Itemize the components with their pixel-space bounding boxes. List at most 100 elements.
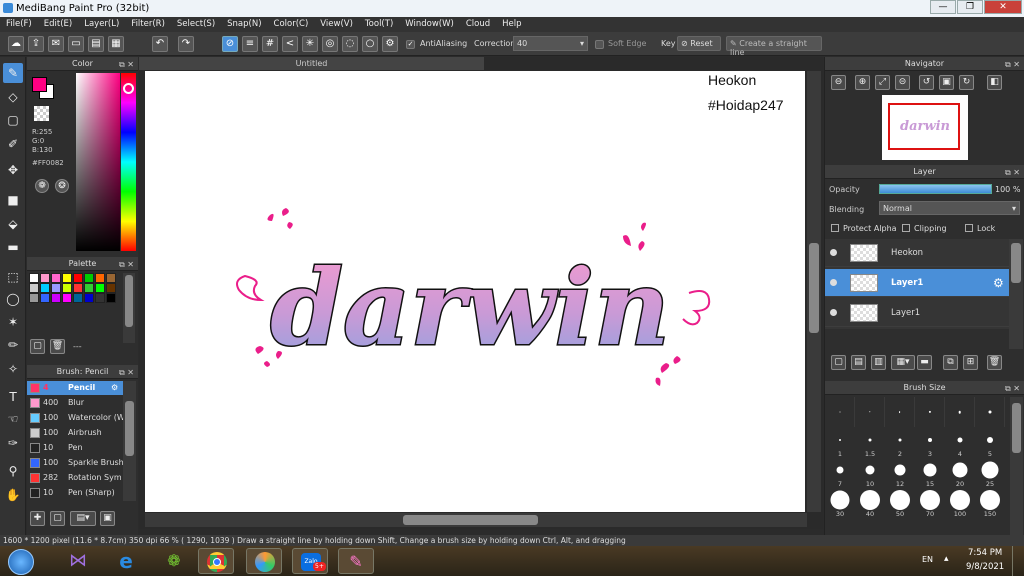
primary-color-swatch[interactable] — [32, 77, 47, 92]
maximize-button[interactable]: ❐ — [957, 0, 983, 14]
brush-size-cell[interactable]: 1.5 — [855, 427, 885, 458]
menu-edit[interactable]: Edit(E) — [38, 17, 78, 32]
palette-swatch[interactable] — [73, 293, 83, 303]
palette-swatch[interactable] — [29, 283, 39, 293]
zalo-icon[interactable]: Zalo 5+ — [292, 548, 328, 574]
panel-options-icon[interactable]: ⧉ ✕ — [119, 58, 134, 71]
dropper-tool-icon[interactable]: ⚲ — [3, 461, 23, 481]
lock-checkbox[interactable] — [965, 224, 973, 232]
brush-list-item[interactable]: 282 Rotation Sym — [27, 471, 123, 485]
snap-off-icon[interactable]: ⊘ — [222, 36, 238, 52]
brush-size-cell[interactable]: 7 — [825, 457, 855, 488]
palette-swatch[interactable] — [51, 293, 61, 303]
palette-swatch[interactable] — [84, 283, 94, 293]
palette-swatch[interactable] — [95, 273, 105, 283]
rotate-left-icon[interactable]: ↺ — [919, 75, 934, 90]
menu-file[interactable]: File(F) — [0, 17, 38, 32]
brush-size-cell[interactable]: 10 — [855, 457, 885, 488]
menu-color[interactable]: Color(C) — [268, 17, 315, 32]
brush-size-cell[interactable]: 70 — [915, 487, 945, 518]
brush-size-cell[interactable]: 40 — [855, 487, 885, 518]
new-8bit-layer-icon[interactable]: ▥ — [871, 355, 886, 370]
pen-tool-icon[interactable]: ✐ — [3, 134, 23, 154]
hand-tool-icon[interactable]: ✋ — [3, 485, 23, 505]
new-halftone-layer-icon[interactable]: ▤ — [851, 355, 866, 370]
brush-size-cell[interactable]: 30 — [825, 487, 855, 518]
palette-swatch[interactable] — [106, 293, 116, 303]
saturation-value-picker[interactable] — [76, 73, 120, 251]
operation-tool-icon[interactable]: ☜ — [3, 409, 23, 429]
soft-edge-checkbox[interactable] — [595, 40, 604, 49]
select-rect-icon[interactable]: ⬚ — [3, 267, 23, 287]
brush-size-cell[interactable]: 25 — [975, 457, 1005, 488]
panel-options-icon[interactable]: ⧉ ✕ — [119, 258, 134, 271]
merge-layer-icon[interactable]: ⊞ — [963, 355, 978, 370]
clock-date[interactable]: 9/8/2021 — [966, 562, 1004, 572]
lasso-tool-icon[interactable]: ◯ — [3, 289, 23, 309]
chat-icon[interactable]: ✉ — [48, 36, 64, 52]
drawing-canvas[interactable]: Heokon #Hoidap247 darwin — [145, 71, 805, 512]
brush-size-cell[interactable] — [975, 397, 1005, 427]
brush-list-item[interactable]: 400 Blur — [27, 396, 123, 410]
gradient-tool-icon[interactable]: ▬ — [3, 237, 23, 257]
palette-swatch[interactable] — [29, 273, 39, 283]
brush-new-icon[interactable]: ▢ — [50, 511, 65, 526]
rotate-reset-icon[interactable]: ▣ — [939, 75, 954, 90]
antialiasing-checkbox[interactable]: ✓ — [406, 40, 415, 49]
fit-icon[interactable]: ⤢ — [875, 75, 890, 90]
undo-icon[interactable]: ↶ — [152, 36, 168, 52]
brush-tool-icon[interactable]: ✎ — [3, 63, 23, 83]
document-icon[interactable]: ▤ — [88, 36, 104, 52]
redo-icon[interactable]: ↷ — [178, 36, 194, 52]
blending-select[interactable]: Normal ▾ — [879, 201, 1020, 215]
parallel-snap-icon[interactable]: ≡ — [242, 36, 258, 52]
brush-scrollbar[interactable] — [123, 381, 136, 501]
curve-snap-icon[interactable]: ◌ — [342, 36, 358, 52]
hue-slider-handle[interactable] — [123, 83, 134, 94]
folder-icon[interactable]: ▬ — [917, 355, 932, 370]
palette-scrollbar[interactable] — [123, 273, 135, 343]
hue-slider[interactable] — [121, 73, 136, 251]
brush-size-cell[interactable] — [855, 397, 885, 427]
select-pen-icon[interactable]: ✏ — [3, 335, 23, 355]
comment-icon[interactable]: ▭ — [68, 36, 84, 52]
brush-size-cell[interactable] — [885, 397, 915, 427]
add-palette-icon[interactable]: ▢ — [30, 339, 45, 354]
brush-list-item[interactable]: 100 Watercolor (W — [27, 411, 123, 425]
minimize-button[interactable]: — — [930, 0, 956, 14]
internet-explorer-icon[interactable]: e — [108, 548, 144, 574]
reset-button[interactable]: ⊘ Reset — [677, 36, 721, 51]
layer-gear-icon[interactable]: ⚙ — [993, 269, 1004, 297]
brush-add-icon[interactable]: ✚ — [30, 511, 45, 526]
delete-layer-icon[interactable]: 🗑 — [987, 355, 1002, 370]
brush-size-cell[interactable]: 12 — [885, 457, 915, 488]
palette-swatch[interactable] — [51, 283, 61, 293]
brush-size-cell[interactable]: 50 — [885, 487, 915, 518]
canvas-tab[interactable]: Untitled — [139, 57, 484, 70]
layer-menu-icon[interactable]: ▦▾ — [891, 355, 915, 370]
rectangle-tool-icon[interactable]: ▢ — [3, 110, 23, 130]
menu-filter[interactable]: Filter(R) — [125, 17, 171, 32]
brush-size-cell[interactable]: 4 — [945, 427, 975, 458]
zoom-reset-icon[interactable]: ⊝ — [895, 75, 910, 90]
panel-options-icon[interactable]: ⧉ ✕ — [1005, 166, 1020, 179]
bucket-tool-icon[interactable]: ⬙ — [3, 214, 23, 234]
panel-options-icon[interactable]: ⧉ ✕ — [1005, 58, 1020, 71]
visual-studio-icon[interactable]: ⋈ — [60, 548, 96, 574]
opacity-slider[interactable] — [879, 184, 992, 194]
palette-swatch[interactable] — [95, 283, 105, 293]
layer-row[interactable]: Layer1 ⚙ — [825, 269, 1009, 297]
brush-size-cell[interactable]: 150 — [975, 487, 1005, 518]
menu-tool[interactable]: Tool(T) — [359, 17, 399, 32]
brush-list-item[interactable]: 10 Pen (Sharp) — [27, 486, 123, 500]
rotate-right-icon[interactable]: ↻ — [959, 75, 974, 90]
layer-scrollbar[interactable] — [1009, 239, 1023, 349]
grid-snap-icon[interactable]: # — [262, 36, 278, 52]
zoom-out-icon[interactable]: ⊖ — [831, 75, 846, 90]
color-palette-icon[interactable]: ❁ — [35, 179, 49, 193]
palette-swatch[interactable] — [106, 273, 116, 283]
medibang-icon[interactable]: ✎ — [338, 548, 374, 574]
panel-options-icon[interactable]: ⧉ ✕ — [119, 366, 134, 379]
correction-select[interactable]: 40 ▾ — [513, 36, 588, 51]
menu-view[interactable]: View(V) — [314, 17, 359, 32]
